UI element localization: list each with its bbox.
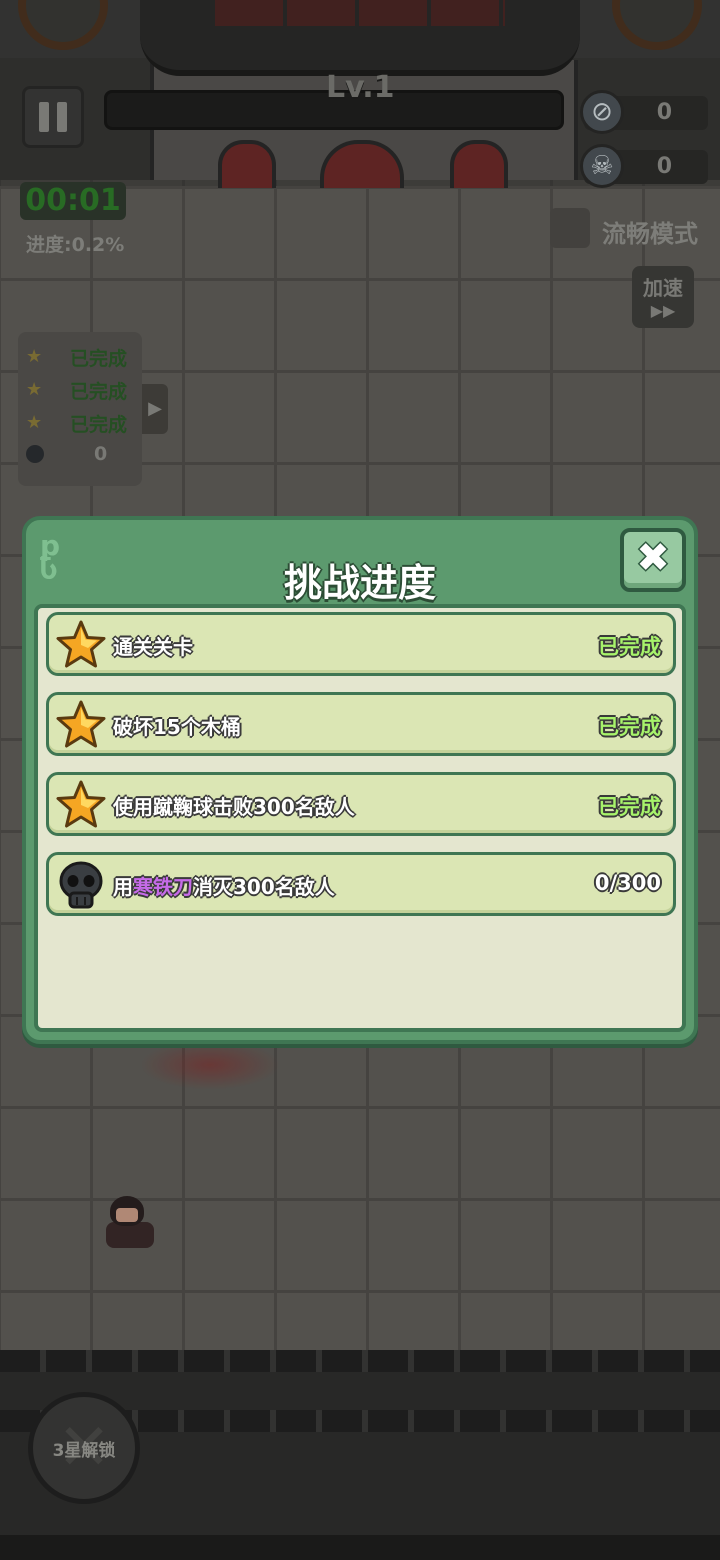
skull-icon xyxy=(59,861,103,909)
task-status: 已完成 xyxy=(598,635,661,659)
task-label: 破坏15个木桶 xyxy=(113,715,241,739)
task-label: 用寒铁刀消灭300名敌人 xyxy=(113,871,335,900)
task-row: 使用蹴鞠球击败300名敌人 已完成 xyxy=(46,772,676,836)
task-progress: 0/300 xyxy=(594,871,661,895)
task-label-prefix: 用 xyxy=(113,875,133,899)
dialog-title: 挑战进度 xyxy=(283,561,436,605)
task-status: 已完成 xyxy=(598,795,661,819)
task-label: 使用蹴鞠球击败300名敌人 xyxy=(113,795,355,819)
close-icon: ✖ xyxy=(636,535,670,581)
close-button[interactable]: ✖ xyxy=(620,528,686,592)
task-label: 通关关卡 xyxy=(113,635,193,659)
challenge-progress-dialog: ꝑႱ 挑战进度 ✖ 通关关卡 已完成 破坏15个木桶 已完成 使用蹴鞠球击败30… xyxy=(22,516,698,1044)
task-status: 已完成 xyxy=(598,715,661,739)
task-list: 通关关卡 已完成 破坏15个木桶 已完成 使用蹴鞠球击败300名敌人 已完成 用… xyxy=(34,604,686,1032)
star-icon xyxy=(56,620,106,668)
star-icon xyxy=(56,700,106,748)
weapon-name: 寒铁刀 xyxy=(133,875,193,899)
task-row: 通关关卡 已完成 xyxy=(46,612,676,676)
star-icon xyxy=(56,780,106,828)
task-row: 用寒铁刀消灭300名敌人 0/300 xyxy=(46,852,676,916)
task-row: 破坏15个木桶 已完成 xyxy=(46,692,676,756)
task-label-suffix: 消灭300名敌人 xyxy=(193,875,335,899)
